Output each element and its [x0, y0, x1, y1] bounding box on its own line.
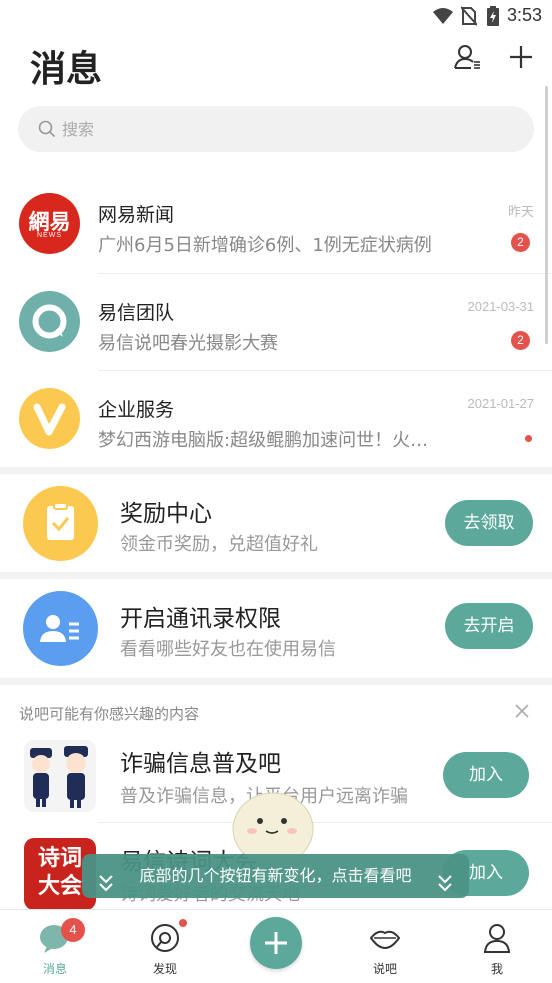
nav-label: 我 [490, 962, 503, 976]
card-subtitle: 看看哪些好友也在使用易信 [120, 639, 336, 660]
nav-messages[interactable]: 4 消息 [0, 910, 110, 983]
contacts-permission-card[interactable]: 开启通讯录权限 看看哪些好友也在使用易信 去开启 [0, 579, 552, 679]
claim-button[interactable]: 去领取 [445, 500, 533, 546]
recommendation-title: 说吧可能有你感兴趣的内容 [19, 705, 200, 723]
contacts-icon [454, 45, 480, 69]
yixin-team-logo [19, 291, 80, 352]
conversation-preview: 易信说吧春光摄影大赛 [98, 333, 278, 354]
double-chevron-down-icon [98, 866, 114, 910]
compose-button[interactable] [250, 917, 302, 969]
add-button[interactable] [503, 40, 539, 76]
conversation-preview: 广州6月5日新增确诊6例、1例无症状病例 [98, 235, 432, 256]
unread-badge: 2 [511, 233, 530, 252]
conversation-enterprise-service[interactable]: 企业服务 梦幻西游电脑版:超级鲲鹏加速问世！火速来领 2021-01-27 [0, 371, 552, 468]
search-bar[interactable] [18, 106, 534, 152]
divider [98, 822, 552, 823]
conversation-time: 2021-01-27 [467, 396, 535, 411]
scrollbar[interactable] [545, 86, 548, 344]
contacts-button[interactable] [450, 40, 486, 76]
status-time: 3:53 [506, 5, 542, 25]
plus-icon [265, 932, 287, 954]
conversation-name: 易信团队 [98, 302, 175, 324]
police-cartoon-icon [24, 740, 96, 812]
page-title: 消息 [30, 48, 103, 90]
no-sim-icon [460, 6, 478, 30]
card-title: 奖励中心 [120, 501, 212, 527]
conversation-time: 昨天 [507, 204, 534, 219]
nav-badge: 4 [61, 918, 85, 942]
nav-shuoba[interactable]: 说吧 [330, 910, 440, 983]
lips-icon [369, 922, 401, 954]
reward-center-card[interactable]: 奖励中心 领金币奖励，兑超值好礼 去领取 [0, 474, 552, 574]
join-button[interactable]: 加入 [443, 752, 529, 798]
messages-screen: 3:53 消息 網易 NEWS 网易新闻 广州6月5日新增确诊6例、 [0, 0, 552, 983]
tip-toast[interactable]: 底部的几个按钮有新变化，点击看看吧 [82, 854, 469, 898]
status-bar: 3:53 [0, 0, 552, 32]
nav-label: 消息 [42, 962, 67, 976]
enterprise-service-logo [19, 388, 80, 449]
nav-label: 说吧 [372, 962, 397, 976]
netease-news-logo: 網易 NEWS [19, 193, 80, 254]
nav-dot [179, 919, 187, 927]
clipboard-check-icon [23, 486, 98, 561]
card-title: 开启通讯录权限 [120, 606, 281, 632]
conversation-name: 网易新闻 [98, 204, 175, 226]
conversation-netease-news[interactable]: 網易 NEWS 网易新闻 广州6月5日新增确诊6例、1例无症状病例 昨天 2 [0, 176, 552, 273]
conversation-time: 2021-03-31 [467, 299, 535, 314]
card-subtitle: 领金币奖励，兑超值好礼 [120, 534, 318, 555]
unread-dot [525, 435, 532, 442]
double-chevron-down-icon [437, 866, 453, 910]
search-icon [38, 120, 56, 142]
enable-button[interactable]: 去开启 [445, 603, 533, 649]
section-divider [0, 467, 552, 474]
conversation-name: 企业服务 [98, 399, 175, 421]
section-divider [0, 572, 552, 579]
contact-card-icon [23, 591, 98, 666]
person-icon [481, 922, 513, 954]
add-icon [510, 46, 532, 68]
close-button[interactable] [511, 700, 533, 722]
wifi-icon [432, 6, 454, 30]
unread-badge: 2 [511, 331, 530, 350]
tip-text: 底部的几个按钮有新变化，点击看看吧 [139, 866, 412, 885]
nav-discover[interactable]: 发现 [110, 910, 220, 983]
conversation-preview: 梦幻西游电脑版:超级鲲鹏加速问世！火速来领 [98, 430, 438, 451]
battery-icon [487, 6, 499, 30]
nav-label: 发现 [152, 962, 177, 976]
close-icon [515, 704, 529, 718]
section-divider [0, 678, 552, 685]
recommendation-name: 诈骗信息普及吧 [120, 751, 281, 777]
conversation-yixin-team[interactable]: 易信团队 易信说吧春光摄影大赛 2021-03-31 2 [0, 274, 552, 371]
search-input[interactable] [62, 106, 502, 152]
nav-me[interactable]: 我 [442, 910, 552, 983]
discover-icon [149, 922, 181, 954]
